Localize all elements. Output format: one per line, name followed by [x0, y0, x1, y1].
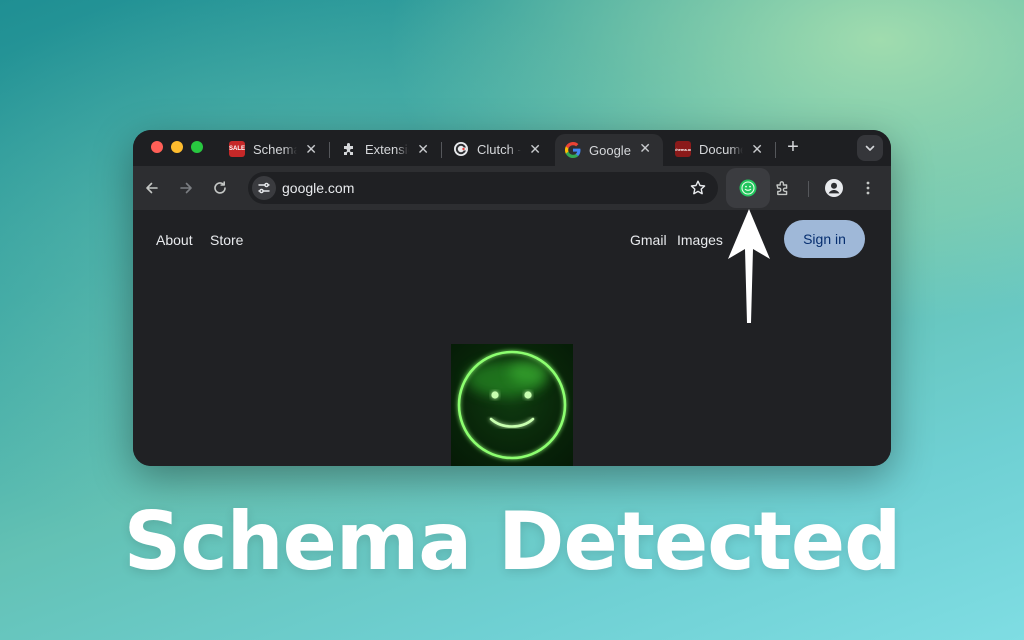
tab-close-icon[interactable]: ✕: [529, 141, 541, 157]
tab-title: Documents: [699, 141, 743, 157]
tab-extensions[interactable]: Extensions ✕: [331, 135, 441, 163]
tab-close-icon[interactable]: ✕: [639, 140, 651, 156]
puzzle-icon: [341, 141, 357, 157]
close-window-button[interactable]: [151, 141, 163, 153]
neon-smiley-doodle[interactable]: [451, 344, 573, 466]
schema-org-favicon-icon: schema.org: [675, 141, 691, 157]
tab-clutch[interactable]: Clutch - ✕: [443, 135, 553, 163]
about-link[interactable]: About: [156, 232, 193, 248]
chevron-down-icon: [865, 145, 875, 151]
schema-extension-button[interactable]: [726, 168, 770, 208]
gmail-link[interactable]: Gmail: [630, 232, 667, 248]
tab-close-icon[interactable]: ✕: [751, 141, 763, 157]
zoom-window-button[interactable]: [191, 141, 203, 153]
tab-documents[interactable]: schema.org Documents ✕: [665, 135, 775, 163]
tab-title: Schema: [253, 141, 297, 157]
tab-schema[interactable]: SALE Schema ✕: [219, 135, 329, 163]
address-bar[interactable]: google.com: [248, 172, 718, 204]
address-text: google.com: [282, 180, 355, 196]
bookmark-star-button[interactable]: [688, 178, 708, 198]
tab-close-icon[interactable]: ✕: [417, 141, 429, 157]
toolbar-separator: [808, 181, 809, 197]
store-link[interactable]: Store: [210, 232, 243, 248]
green-smiley-icon: [739, 179, 757, 197]
tab-google[interactable]: Google ✕: [555, 134, 663, 166]
page-content: About Store Gmail Images Sign in: [133, 210, 891, 466]
pointer-arrow-icon: [728, 209, 770, 323]
headline: Schema Detected: [123, 495, 902, 588]
tune-icon: [258, 182, 270, 194]
reload-icon: [214, 181, 226, 194]
more-vertical-icon: [866, 181, 870, 195]
tab-close-icon[interactable]: ✕: [305, 141, 317, 157]
minimize-window-button[interactable]: [171, 141, 183, 153]
new-tab-button[interactable]: +: [783, 137, 803, 157]
avatar-icon: [825, 179, 843, 197]
back-button[interactable]: [142, 178, 162, 198]
images-link[interactable]: Images: [677, 232, 723, 248]
reload-button[interactable]: [210, 178, 230, 198]
neon-smiley-icon: [457, 350, 567, 460]
tab-title: Extensions: [365, 141, 409, 157]
tab-title: Clutch -: [477, 141, 521, 157]
tab-separator: [775, 142, 776, 158]
browser-menu-button[interactable]: [858, 178, 878, 198]
google-g-icon: [565, 142, 581, 158]
star-icon: [690, 180, 706, 195]
arrow-right-icon: [180, 182, 192, 194]
tab-search-button[interactable]: [857, 135, 883, 161]
puzzle-icon: [776, 181, 788, 196]
profile-button[interactable]: [824, 178, 844, 198]
clutch-favicon-icon: [453, 141, 469, 157]
sign-in-button[interactable]: Sign in: [784, 220, 865, 258]
schema-sale-favicon-icon: SALE: [229, 141, 245, 157]
browser-window: SALE Schema ✕ Extensions ✕ Clutch - ✕: [133, 130, 891, 466]
extensions-button[interactable]: [773, 178, 793, 198]
browser-toolbar: google.com: [133, 166, 891, 210]
site-info-button[interactable]: [252, 176, 276, 200]
tab-title: Google: [589, 142, 631, 158]
tab-strip: SALE Schema ✕ Extensions ✕ Clutch - ✕: [133, 130, 891, 166]
tab-separator: [441, 142, 442, 158]
arrow-left-icon: [146, 182, 158, 194]
tab-separator: [329, 142, 330, 158]
forward-button[interactable]: [176, 178, 196, 198]
